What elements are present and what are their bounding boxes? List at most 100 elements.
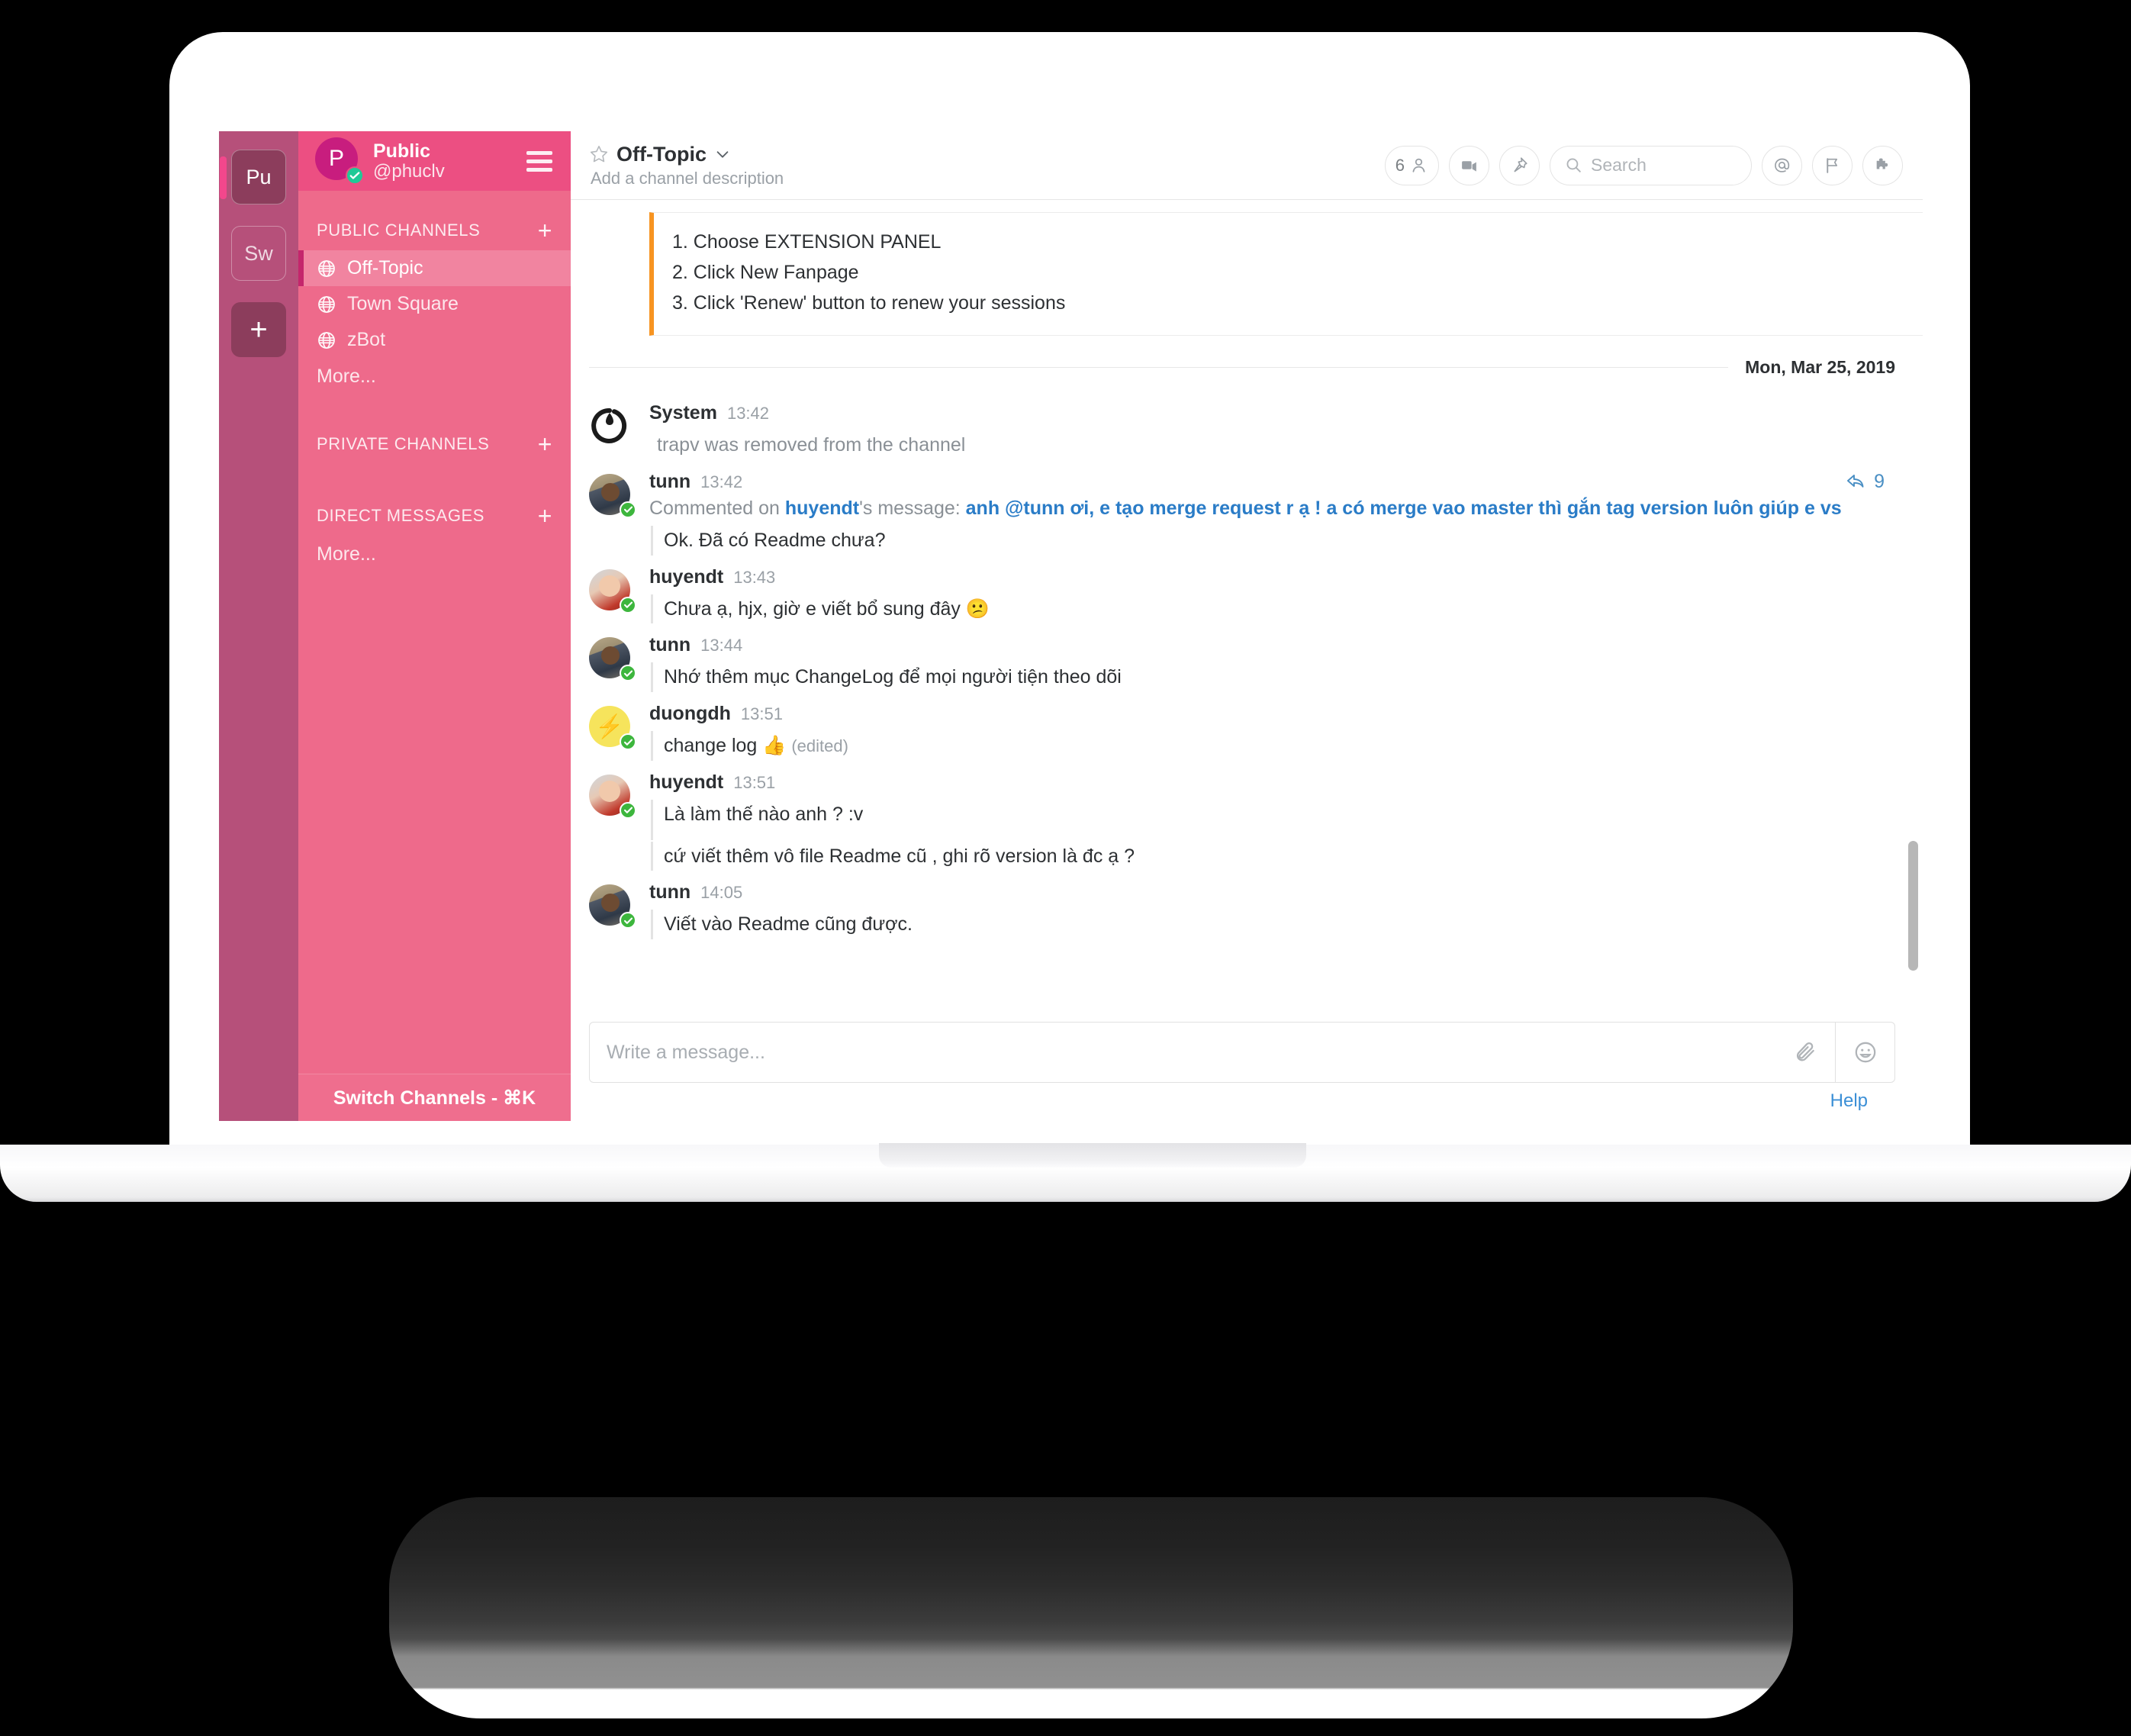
message-author: tunn [649, 634, 691, 656]
saved-posts-button[interactable] [1812, 145, 1853, 185]
direct-messages-more-link[interactable]: More... [298, 536, 571, 573]
verified-badge-icon [620, 665, 636, 682]
check-icon [623, 917, 633, 924]
team-button-switch[interactable]: Sw [231, 226, 286, 281]
plugins-button[interactable] [1862, 145, 1903, 185]
message-body: tunn 13:44 Nhớ thêm mục ChangeLog để mọi… [649, 634, 1895, 692]
message-author: huyendt [649, 771, 724, 793]
check-icon [623, 601, 633, 608]
emoji-picker-button[interactable] [1835, 1023, 1894, 1082]
commented-prefix: Commented on [649, 497, 785, 519]
help-link[interactable]: Help [1830, 1090, 1868, 1112]
channel-group-label: DIRECT MESSAGES [317, 506, 485, 525]
avatar: P [315, 137, 364, 185]
current-username: @phuclv [373, 160, 445, 182]
laptop-foot [389, 1497, 1793, 1718]
commented-author[interactable]: huyendt [785, 498, 859, 519]
date-divider: Mon, Mar 25, 2019 [589, 357, 1895, 378]
search-input[interactable]: Search [1550, 145, 1752, 185]
date-divider-label: Mon, Mar 25, 2019 [1745, 357, 1895, 377]
verified-badge-icon [620, 501, 636, 518]
message-input[interactable]: Write a message... [590, 1023, 1775, 1082]
recent-mentions-button[interactable] [1762, 145, 1802, 185]
message-item: duongdh 13:51 change log 👍 (edited) [589, 695, 1895, 764]
message-author: duongdh [649, 703, 731, 724]
search-placeholder: Search [1591, 155, 1647, 175]
message-text-secondary: cứ viết thêm vô file Readme cũ , ghi rõ … [651, 841, 1895, 871]
member-count-label: 6 [1395, 155, 1405, 175]
sidebar-item-off-topic[interactable]: Off-Topic [298, 250, 571, 286]
instruction-line: 3. Click 'Renew' button to renew your se… [672, 292, 1066, 314]
add-private-channel-icon[interactable]: + [538, 432, 552, 456]
avatar-column [589, 881, 649, 939]
message-text: trapv was removed from the channel [657, 434, 966, 456]
message-time: 13:42 [700, 472, 743, 491]
verified-badge-icon [620, 733, 636, 750]
instruction-line: 2. Click New Fanpage [672, 262, 859, 283]
public-channels-more-link[interactable]: More... [298, 358, 571, 395]
channel-title-block: Off-Topic Add a channel description [589, 143, 1374, 188]
channel-sidebar: P Public @phuclv PUBLIC CHANNELS + Off-T… [298, 131, 571, 1121]
chat-app-window: Pu Sw + P Public @phuclv PUBLIC CHANNELS… [219, 131, 1923, 1121]
message-body: huyendt 13:51 Là làm thế nào anh ? :v cứ… [649, 771, 1895, 871]
sidebar-item-town-square[interactable]: Town Square [298, 286, 571, 322]
message-text: change log 👍 [664, 735, 787, 756]
hamburger-menu-icon[interactable] [526, 150, 552, 172]
puzzle-piece-icon [1876, 158, 1888, 169]
chevron-down-icon[interactable] [714, 146, 731, 163]
channel-title-row[interactable]: Off-Topic [589, 143, 1374, 166]
person-icon [1412, 158, 1425, 172]
commented-quote: anh @tunn ơi, e tạo merge request r ạ ! … [965, 497, 1842, 519]
reply-count-label: 9 [1874, 470, 1885, 492]
message-item: tunn 13:42 Commented on huyendt's messag… [589, 463, 1895, 559]
team-button-public[interactable]: Pu [220, 150, 286, 205]
verified-badge-icon [620, 801, 636, 819]
message-scrollbar[interactable] [1908, 841, 1918, 971]
avatar-column [589, 634, 649, 692]
check-icon [623, 739, 633, 746]
message-composer[interactable]: Write a message... [589, 1022, 1895, 1083]
message-author-row: tunn 13:42 [649, 471, 1895, 493]
search-icon [1566, 158, 1581, 172]
workspace-name: Public [373, 140, 431, 162]
flag-icon [1827, 158, 1838, 173]
check-icon [623, 670, 633, 677]
message-author: tunn [649, 470, 691, 492]
video-camera-icon [1462, 161, 1476, 172]
team-button-label: Pu [246, 165, 272, 188]
channel-list: PUBLIC CHANNELS + Off-Topic Town Square … [298, 191, 571, 1074]
attach-file-button[interactable] [1775, 1023, 1835, 1082]
avatar [589, 405, 630, 446]
globe-icon [318, 295, 335, 313]
check-icon [623, 807, 633, 814]
add-direct-message-icon[interactable]: + [538, 504, 552, 528]
message-time: 14:05 [700, 883, 743, 903]
message-author: huyendt [649, 565, 724, 588]
favorite-star-icon[interactable] [589, 144, 609, 164]
globe-icon [318, 259, 335, 277]
message-item: tunn 14:05 Viết vào Readme cũng được. [589, 874, 1895, 942]
message-body: tunn 13:42 Commented on huyendt's messag… [649, 471, 1895, 556]
message-author-row: tunn 14:05 [649, 881, 1895, 903]
switch-channels-button[interactable]: Switch Channels - ⌘K [298, 1074, 571, 1121]
message-list: 1. Choose EXTENSION PANEL 2. Click New F… [571, 200, 1923, 1011]
pinned-posts-button[interactable] [1499, 145, 1540, 185]
channel-description[interactable]: Add a channel description [591, 169, 1374, 188]
avatar-column [589, 566, 649, 624]
message-author-row: duongdh 13:51 [649, 703, 1895, 725]
member-count-button[interactable]: 6 [1384, 145, 1439, 185]
reply-count-badge[interactable]: 9 [1846, 471, 1885, 493]
sidebar-item-zbot[interactable]: zBot [298, 322, 571, 358]
add-team-button[interactable]: + [231, 302, 286, 357]
sidebar-item-label: Off-Topic [347, 257, 423, 279]
message-text: Ok. Đã có Readme chưa? [651, 525, 1895, 556]
start-call-button[interactable] [1449, 145, 1489, 185]
pinned-instructions-block: 1. Choose EXTENSION PANEL 2. Click New F… [649, 212, 1923, 336]
message-time: 13:42 [726, 404, 770, 423]
message-list-inner: 1. Choose EXTENSION PANEL 2. Click New F… [571, 200, 1923, 950]
help-row: Help [589, 1083, 1895, 1112]
paperclip-icon [1796, 1042, 1814, 1061]
workspace-header[interactable]: P Public @phuclv [298, 131, 571, 191]
team-active-marker [220, 156, 227, 199]
add-public-channel-icon[interactable]: + [538, 218, 552, 243]
